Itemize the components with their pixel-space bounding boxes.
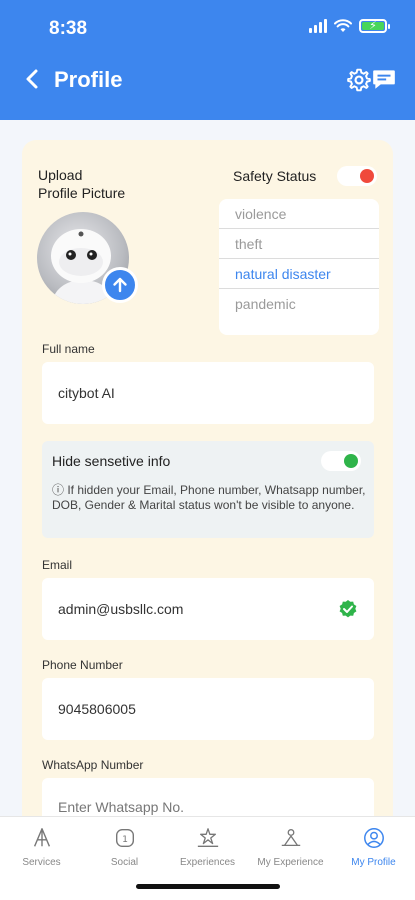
full-name-field[interactable]: citybot AI — [42, 362, 374, 424]
tab-experiences[interactable]: Experiences — [166, 825, 249, 868]
my-profile-icon — [363, 828, 384, 848]
battery-icon: ⚡ — [359, 19, 390, 33]
upload-arrow-icon — [113, 277, 127, 293]
status-bar: 8:38 ⚡ — [0, 16, 415, 42]
svg-text:1: 1 — [122, 834, 128, 845]
back-arrow-icon[interactable] — [20, 64, 44, 94]
phone-number-field[interactable]: 9045806005 — [42, 678, 374, 740]
email-label: Email — [42, 558, 73, 572]
status-icons: ⚡ — [309, 19, 390, 33]
tab-experiences-label: Experiences — [179, 857, 236, 868]
upload-photo-button[interactable] — [102, 267, 138, 303]
experiences-icon — [197, 828, 218, 847]
hide-toggle-knob — [344, 454, 358, 468]
whatsapp-number-field[interactable]: Enter Whatsapp No. — [42, 778, 374, 816]
tab-my-experience-label: My Experience — [257, 857, 324, 868]
nav-bar: Profile — [0, 62, 415, 98]
email-value: admin@usbsllc.com — [58, 601, 184, 617]
safety-option-violence[interactable]: violence — [219, 199, 379, 229]
tab-my-experience[interactable]: My Experience — [249, 825, 332, 868]
safety-option-theft[interactable]: theft — [219, 229, 379, 259]
my-experience-icon — [281, 829, 300, 847]
whatsapp-number-label: WhatsApp Number — [42, 758, 144, 772]
home-indicator[interactable] — [136, 884, 280, 889]
tab-social-label: Social — [110, 857, 139, 868]
hide-info-note: ⓘ If hidden your Email, Phone number, Wh… — [52, 483, 366, 512]
tab-my-profile[interactable]: My Profile — [332, 825, 415, 868]
safety-status-list: violence theft natural disaster pandemic — [219, 199, 379, 335]
chat-message-icon[interactable] — [371, 66, 397, 92]
upload-label-line1: Upload — [38, 167, 83, 183]
settings-gear-icon[interactable] — [346, 67, 372, 93]
safety-option-natural-disaster[interactable]: natural disaster — [219, 259, 379, 289]
status-time: 8:38 — [49, 18, 88, 39]
hide-sensitive-info-box: Hide sensetive info ⓘ If hidden your Ema… — [42, 441, 374, 538]
email-field[interactable]: admin@usbsllc.com — [42, 578, 374, 640]
tab-social[interactable]: 1 Social — [83, 825, 166, 868]
safety-option-pandemic[interactable]: pandemic — [219, 289, 379, 319]
upload-profile-picture-label: Upload Profile Picture — [38, 166, 125, 202]
wifi-icon — [334, 19, 352, 32]
full-name-label: Full name — [42, 342, 95, 356]
tab-services[interactable]: Services — [0, 825, 83, 868]
phone-number-label: Phone Number — [42, 658, 123, 672]
hide-sensitive-info-label: Hide sensetive info — [52, 453, 171, 469]
tab-my-profile-label: My Profile — [351, 857, 396, 868]
safety-status-toggle[interactable] — [337, 166, 377, 186]
safety-status-label: Safety Status — [233, 168, 317, 184]
social-icon: 1 — [115, 829, 134, 847]
services-icon — [33, 828, 50, 847]
hide-sensitive-info-toggle[interactable] — [321, 451, 361, 471]
page-title: Profile — [54, 67, 123, 92]
upload-label-line2: Profile Picture — [38, 185, 126, 201]
tab-services-label: Services — [22, 857, 61, 868]
verified-check-icon — [339, 600, 357, 618]
cellular-signal-icon — [309, 19, 327, 33]
safety-toggle-knob — [360, 169, 374, 183]
